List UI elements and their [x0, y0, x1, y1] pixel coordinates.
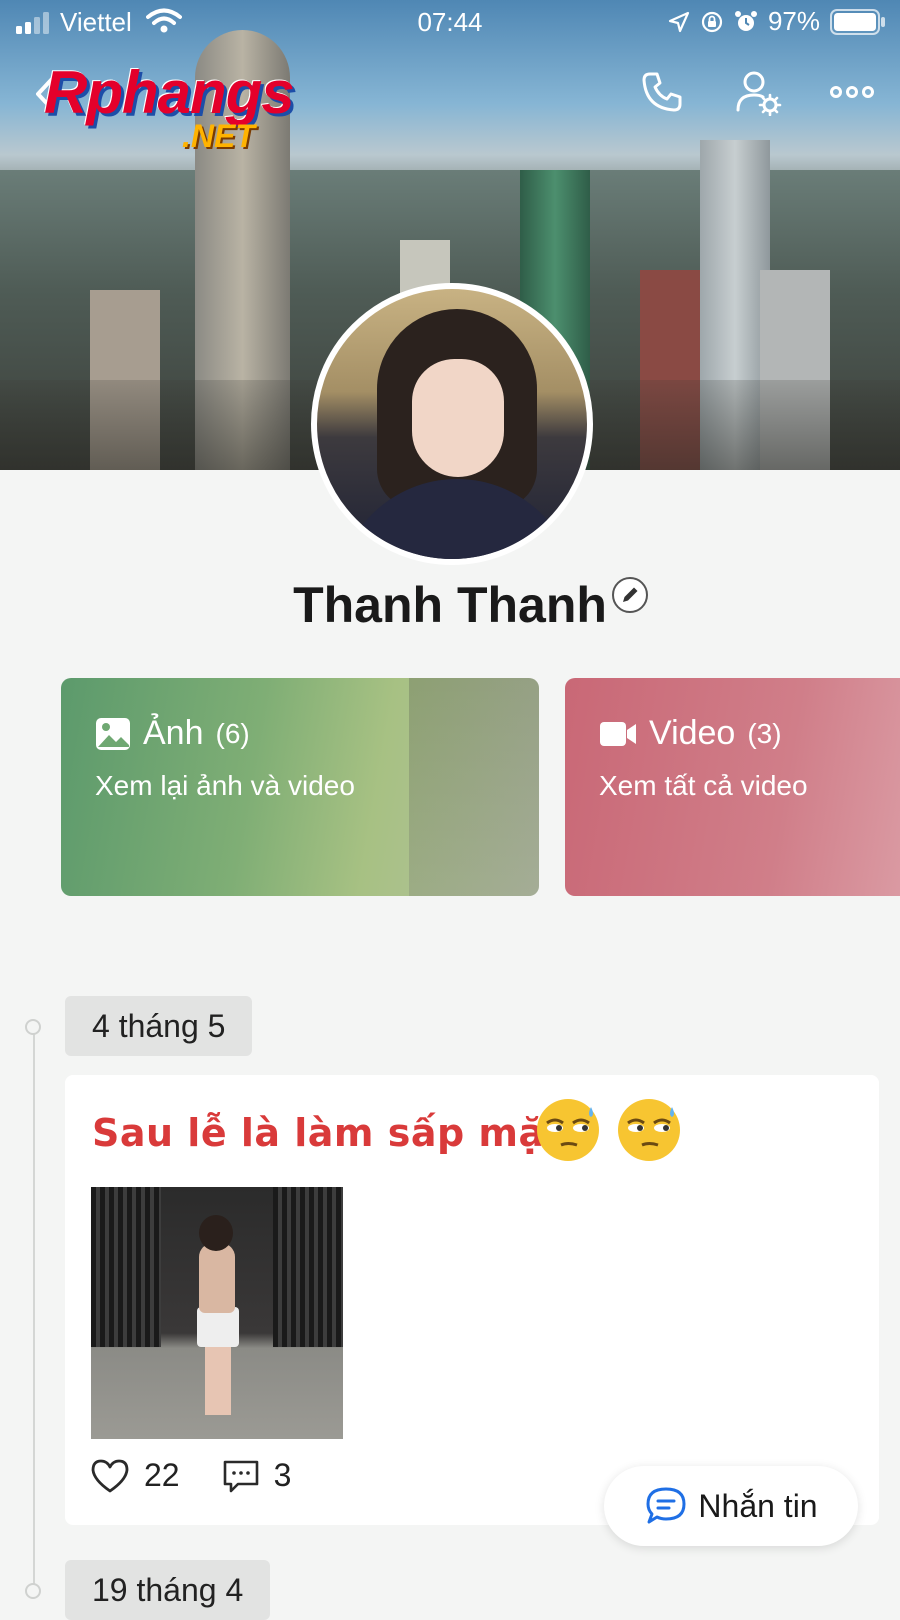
photos-subtitle: Xem lại ảnh và video — [95, 770, 355, 801]
chat-bubble-icon — [646, 1487, 686, 1524]
location-icon — [668, 11, 690, 32]
videos-count: (3) — [747, 717, 782, 749]
heart-icon[interactable] — [90, 1458, 130, 1494]
photos-count: (6) — [215, 717, 250, 749]
photos-card[interactable]: Ảnh (6) Xem lại ảnh và video — [61, 678, 539, 896]
post-photo[interactable] — [91, 1187, 343, 1439]
profile-avatar[interactable] — [311, 283, 593, 565]
videos-card[interactable]: Video (3) Xem tất cả video — [565, 678, 900, 896]
logo-text: Rphangs — [44, 59, 295, 126]
status-bar: Viettel 07:44 97% — [0, 0, 900, 44]
unamused-sweat-emoji-icon — [537, 1099, 599, 1161]
post-text: Sau lễ là làm sấp mặt — [92, 1111, 564, 1155]
phone-icon[interactable] — [638, 68, 686, 116]
timeline-line — [33, 1028, 35, 1588]
date-chip: 19 tháng 4 — [65, 1560, 271, 1620]
top-bar: Rphangs .NET — [0, 56, 900, 154]
logo-suffix: .NET — [182, 118, 255, 154]
edit-name-icon[interactable] — [611, 576, 649, 614]
image-icon — [96, 717, 130, 750]
date-chip: 4 tháng 5 — [65, 996, 253, 1056]
profile-name-row: Thanh Thanh — [0, 576, 900, 634]
user-settings-icon[interactable] — [734, 68, 782, 116]
comment-icon[interactable] — [222, 1458, 260, 1494]
battery-icon — [830, 8, 885, 35]
profile-name: Thanh Thanh — [293, 577, 607, 633]
post-card[interactable]: Sau lễ là làm sấp mặt 22 3 — [65, 1075, 879, 1525]
like-count: 22 — [144, 1457, 180, 1493]
comment-count: 3 — [273, 1457, 292, 1493]
video-camera-icon — [600, 721, 636, 746]
timeline-dot — [25, 1019, 41, 1035]
alarm-icon — [734, 10, 757, 31]
unamused-sweat-emoji-icon — [618, 1099, 680, 1161]
photos-label: Ảnh — [143, 714, 204, 752]
rotation-lock-icon — [701, 11, 723, 32]
site-logo: Rphangs .NET — [40, 58, 340, 158]
post-stats: 22 3 — [90, 1457, 291, 1494]
timeline-dot — [25, 1583, 41, 1599]
battery-percent: 97% — [767, 6, 820, 36]
videos-label: Video — [649, 714, 736, 752]
more-icon[interactable] — [828, 68, 876, 116]
message-button[interactable]: Nhắn tin — [604, 1466, 858, 1546]
videos-subtitle: Xem tất cả video — [599, 770, 808, 801]
message-button-label: Nhắn tin — [698, 1487, 818, 1524]
